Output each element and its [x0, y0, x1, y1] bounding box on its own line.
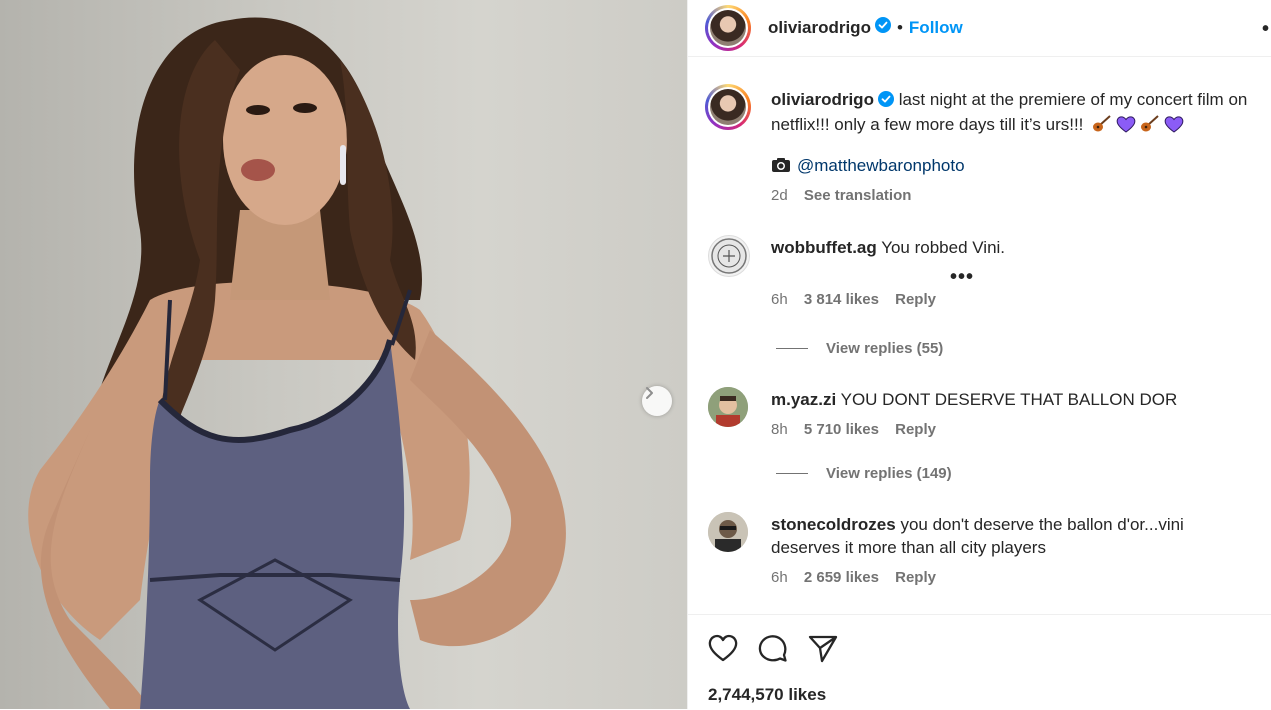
- view-replies-button[interactable]: View replies (55): [776, 340, 943, 357]
- comment-options-button[interactable]: •••: [950, 266, 974, 289]
- comment-username[interactable]: wobbuffet.ag: [771, 238, 877, 257]
- guitar-icon: [1140, 115, 1160, 139]
- comment-text: wobbuffet.ag You robbed Vini.: [771, 236, 1251, 259]
- post-details-panel: oliviarodrigo • Follow • oliviarodrigo l…: [687, 0, 1271, 709]
- like-count[interactable]: 2,744,570 likes: [708, 685, 826, 705]
- purple-heart-icon: [1164, 115, 1184, 139]
- replies-divider: [776, 473, 808, 474]
- view-replies-button[interactable]: View replies (149): [776, 465, 952, 482]
- replies-divider: [776, 348, 808, 349]
- comment-text: stonecoldrozes you don't deserve the bal…: [771, 513, 1251, 559]
- comment-meta: 8h 5 710 likes Reply: [771, 421, 936, 438]
- next-media-button[interactable]: [642, 386, 672, 416]
- caption-timestamp[interactable]: 2d: [771, 187, 788, 204]
- comment-body: YOU DONT DESERVE THAT BALLON DOR: [840, 390, 1178, 409]
- photo-credit: @matthewbaronphoto: [771, 156, 965, 178]
- comment-username[interactable]: m.yaz.zi: [771, 390, 836, 409]
- share-button[interactable]: [807, 633, 839, 668]
- caption-username[interactable]: oliviarodrigo: [771, 90, 874, 109]
- reply-button[interactable]: Reply: [895, 569, 936, 586]
- action-bar: 2,744,570 likes: [688, 614, 1271, 710]
- comment-timestamp[interactable]: 6h: [771, 569, 788, 586]
- view-replies-label: View replies (149): [826, 465, 952, 482]
- post-media[interactable]: [0, 0, 687, 709]
- comment-likes[interactable]: 3 814 likes: [804, 291, 879, 308]
- comment-body: You robbed Vini.: [881, 238, 1006, 257]
- guitar-icon: [1092, 115, 1112, 139]
- comment-likes[interactable]: 5 710 likes: [804, 421, 879, 438]
- comment-avatar[interactable]: [708, 235, 750, 277]
- comment-text: m.yaz.zi YOU DONT DESERVE THAT BALLON DO…: [771, 388, 1251, 411]
- comment-icon: [758, 635, 787, 662]
- comment-timestamp[interactable]: 8h: [771, 421, 788, 438]
- comment-timestamp[interactable]: 6h: [771, 291, 788, 308]
- comment-meta: 6h 3 814 likes Reply: [771, 291, 936, 308]
- chevron-right-icon: [646, 387, 653, 399]
- separator-dot: •: [896, 17, 903, 37]
- verified-badge-icon: [874, 17, 891, 38]
- verified-badge-icon: [877, 90, 894, 113]
- post-photo: [28, 17, 566, 709]
- author-avatar[interactable]: [705, 5, 751, 51]
- purple-heart-icon: [1116, 115, 1136, 139]
- caption-author-avatar[interactable]: [705, 84, 751, 130]
- comment-button[interactable]: [757, 633, 789, 668]
- more-options-button[interactable]: •: [1262, 18, 1270, 41]
- comment-meta: 6h 2 659 likes Reply: [771, 569, 936, 586]
- send-icon: [808, 635, 838, 663]
- comment-avatar[interactable]: [708, 387, 748, 427]
- comment-avatar[interactable]: [708, 512, 748, 552]
- post-caption: oliviarodrigo last night at the premiere…: [771, 88, 1271, 139]
- reply-button[interactable]: Reply: [895, 421, 936, 438]
- comment-likes[interactable]: 2 659 likes: [804, 569, 879, 586]
- like-button[interactable]: [707, 633, 739, 668]
- credit-link[interactable]: @matthewbaronphoto: [797, 156, 965, 175]
- camera-icon: [771, 157, 791, 178]
- caption-meta: 2d See translation: [771, 187, 911, 204]
- post-header: oliviarodrigo • Follow •: [688, 0, 1271, 57]
- comment-username[interactable]: stonecoldrozes: [771, 515, 896, 534]
- follow-button[interactable]: Follow: [909, 18, 963, 38]
- view-replies-label: View replies (55): [826, 340, 944, 357]
- heart-icon: [708, 634, 738, 662]
- reply-button[interactable]: Reply: [895, 291, 936, 308]
- see-translation-button[interactable]: See translation: [804, 187, 912, 204]
- author-username[interactable]: oliviarodrigo: [768, 18, 871, 38]
